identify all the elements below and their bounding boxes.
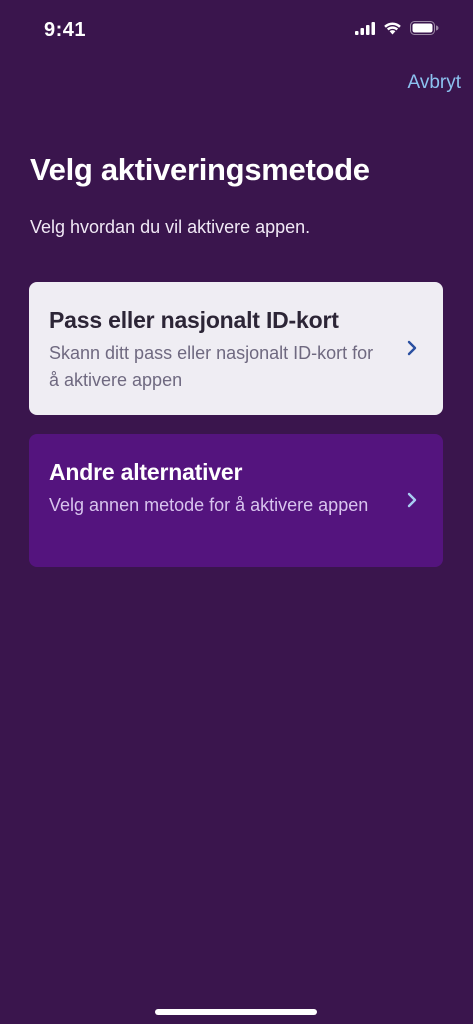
chevron-right-icon (407, 340, 417, 361)
status-time: 9:41 (44, 19, 87, 41)
battery-icon (410, 21, 439, 35)
cancel-button[interactable]: Avbryt (407, 72, 461, 94)
option-description: Velg annen metode for å aktivere appen (49, 495, 369, 515)
chevron-right-icon (407, 492, 417, 513)
wifi-icon (383, 21, 402, 35)
page-title: Velg aktiveringsmetode (30, 152, 370, 187)
passport-id-card-option[interactable]: Pass eller nasjonalt ID-kort Skann ditt … (29, 282, 443, 415)
option-title: Andre alternativer (49, 459, 243, 485)
cellular-signal-icon (355, 21, 375, 35)
option-description: Skann ditt pass eller nasjonalt ID-kort … (49, 343, 374, 390)
page-subtitle: Velg hvordan du vil aktivere appen. (30, 217, 311, 237)
status-bar: 9:41 (0, 0, 473, 60)
status-icons (355, 21, 439, 35)
other-alternatives-option[interactable]: Andre alternativer Velg annen metode for… (29, 434, 443, 567)
home-indicator[interactable] (155, 1009, 317, 1015)
option-title: Pass eller nasjonalt ID-kort (49, 307, 339, 333)
